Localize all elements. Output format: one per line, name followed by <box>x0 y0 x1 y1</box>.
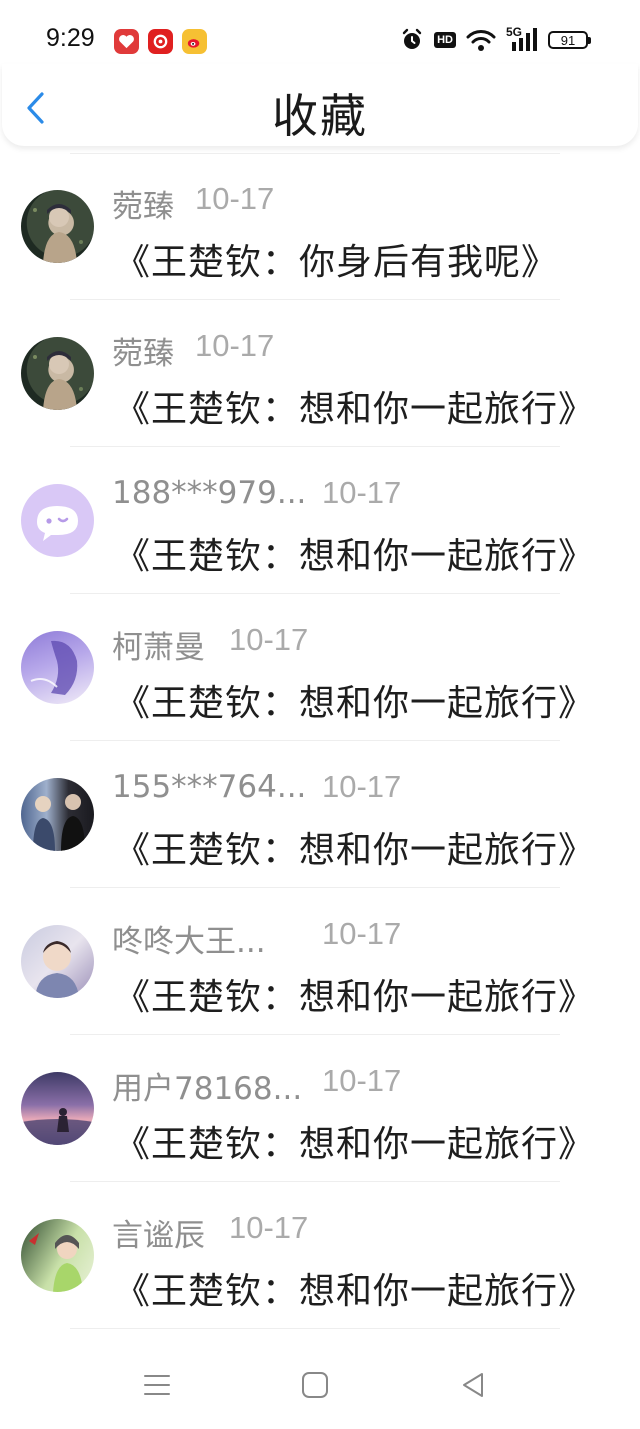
item-title: 《王楚钦：想和你一起旅行》 <box>114 977 596 1018</box>
author-name: 言谧辰 <box>112 1218 205 1254</box>
item-date: 10-17 <box>195 181 275 216</box>
item-meta: 言谧辰 10-17 <box>112 1210 308 1254</box>
system-nav-bar <box>0 1340 640 1429</box>
item-title: 《王楚钦：想和你一起旅行》 <box>114 1124 596 1165</box>
list-item[interactable]: 155***764... 10-17 《王楚钦：想和你一起旅行》 <box>0 741 640 888</box>
item-date: 10-17 <box>229 622 309 657</box>
avatar[interactable] <box>21 778 94 851</box>
battery-indicator: 91 <box>548 31 591 49</box>
author-name: 菀臻 <box>112 189 174 225</box>
notification-icons <box>114 29 207 54</box>
item-date: 10-17 <box>322 1063 402 1098</box>
item-meta: 155***764... 10-17 <box>112 769 401 809</box>
wifi-icon <box>466 30 496 51</box>
alarm-icon <box>402 28 422 49</box>
item-date: 10-17 <box>195 328 275 363</box>
item-title: 《王楚钦：想和你一起旅行》 <box>114 683 596 724</box>
item-date: 10-17 <box>229 1210 309 1245</box>
author-name: 用户78168... <box>112 1071 303 1107</box>
author-name: 咚咚大王... <box>112 924 266 960</box>
divider <box>70 1328 560 1329</box>
system-status: HD 5G 91 <box>400 25 591 52</box>
list-item[interactable]: 咚咚大王... 10-17 《王楚钦：想和你一起旅行》 <box>0 888 640 1035</box>
page-title: 收藏 <box>272 89 368 143</box>
item-date: 10-17 <box>322 475 402 510</box>
avatar[interactable] <box>21 631 94 704</box>
list-item[interactable]: 菀臻 10-17 《王楚钦：想和你一起旅行》 <box>0 300 640 447</box>
home-icon[interactable] <box>300 1370 330 1400</box>
avatar[interactable] <box>21 337 94 410</box>
netease-music-icon <box>148 29 173 54</box>
signal-icon: 5G <box>506 25 538 52</box>
list-item[interactable]: 菀臻 10-17 《王楚钦：你身后有我呢》 <box>0 153 640 300</box>
author-name: 菀臻 <box>112 336 174 372</box>
weibo-icon <box>182 29 207 54</box>
list-item[interactable]: 用户78168... 10-17 《王楚钦：想和你一起旅行》 <box>0 1035 640 1182</box>
list-item[interactable]: 柯萧曼 10-17 《王楚钦：想和你一起旅行》 <box>0 594 640 741</box>
avatar[interactable] <box>21 925 94 998</box>
battery-level: 91 <box>560 32 576 48</box>
item-meta: 菀臻 10-17 <box>112 181 274 225</box>
author-name: 188***979... <box>112 475 307 511</box>
back-icon[interactable] <box>458 1370 488 1400</box>
avatar[interactable] <box>21 190 94 263</box>
list-item[interactable]: 言谧辰 10-17 《王楚钦：想和你一起旅行》 <box>0 1182 640 1329</box>
item-date: 10-17 <box>322 916 402 951</box>
status-time: 9:29 <box>46 24 95 52</box>
item-meta: 柯萧曼 10-17 <box>112 622 308 666</box>
avatar[interactable] <box>21 1219 94 1292</box>
item-date: 10-17 <box>322 769 402 804</box>
list-item[interactable]: 188***979... 10-17 《王楚钦：想和你一起旅行》 <box>0 447 640 594</box>
item-meta: 菀臻 10-17 <box>112 328 274 372</box>
avatar[interactable] <box>21 484 94 557</box>
item-title: 《王楚钦：你身后有我呢》 <box>114 242 559 283</box>
app-notification-icon <box>114 29 139 54</box>
item-meta: 用户78168... 10-17 <box>112 1063 401 1107</box>
hd-badge: HD <box>434 32 456 48</box>
menu-icon[interactable] <box>142 1370 172 1400</box>
item-meta: 咚咚大王... 10-17 <box>112 916 401 960</box>
item-title: 《王楚钦：想和你一起旅行》 <box>114 830 596 871</box>
item-title: 《王楚钦：想和你一起旅行》 <box>114 1271 596 1312</box>
author-name: 柯萧曼 <box>112 630 205 666</box>
item-title: 《王楚钦：想和你一起旅行》 <box>114 389 596 430</box>
header: 收藏 <box>2 64 638 146</box>
item-title: 《王楚钦：想和你一起旅行》 <box>114 536 596 577</box>
item-meta: 188***979... 10-17 <box>112 475 401 515</box>
avatar[interactable] <box>21 1072 94 1145</box>
author-name: 155***764... <box>112 769 307 805</box>
